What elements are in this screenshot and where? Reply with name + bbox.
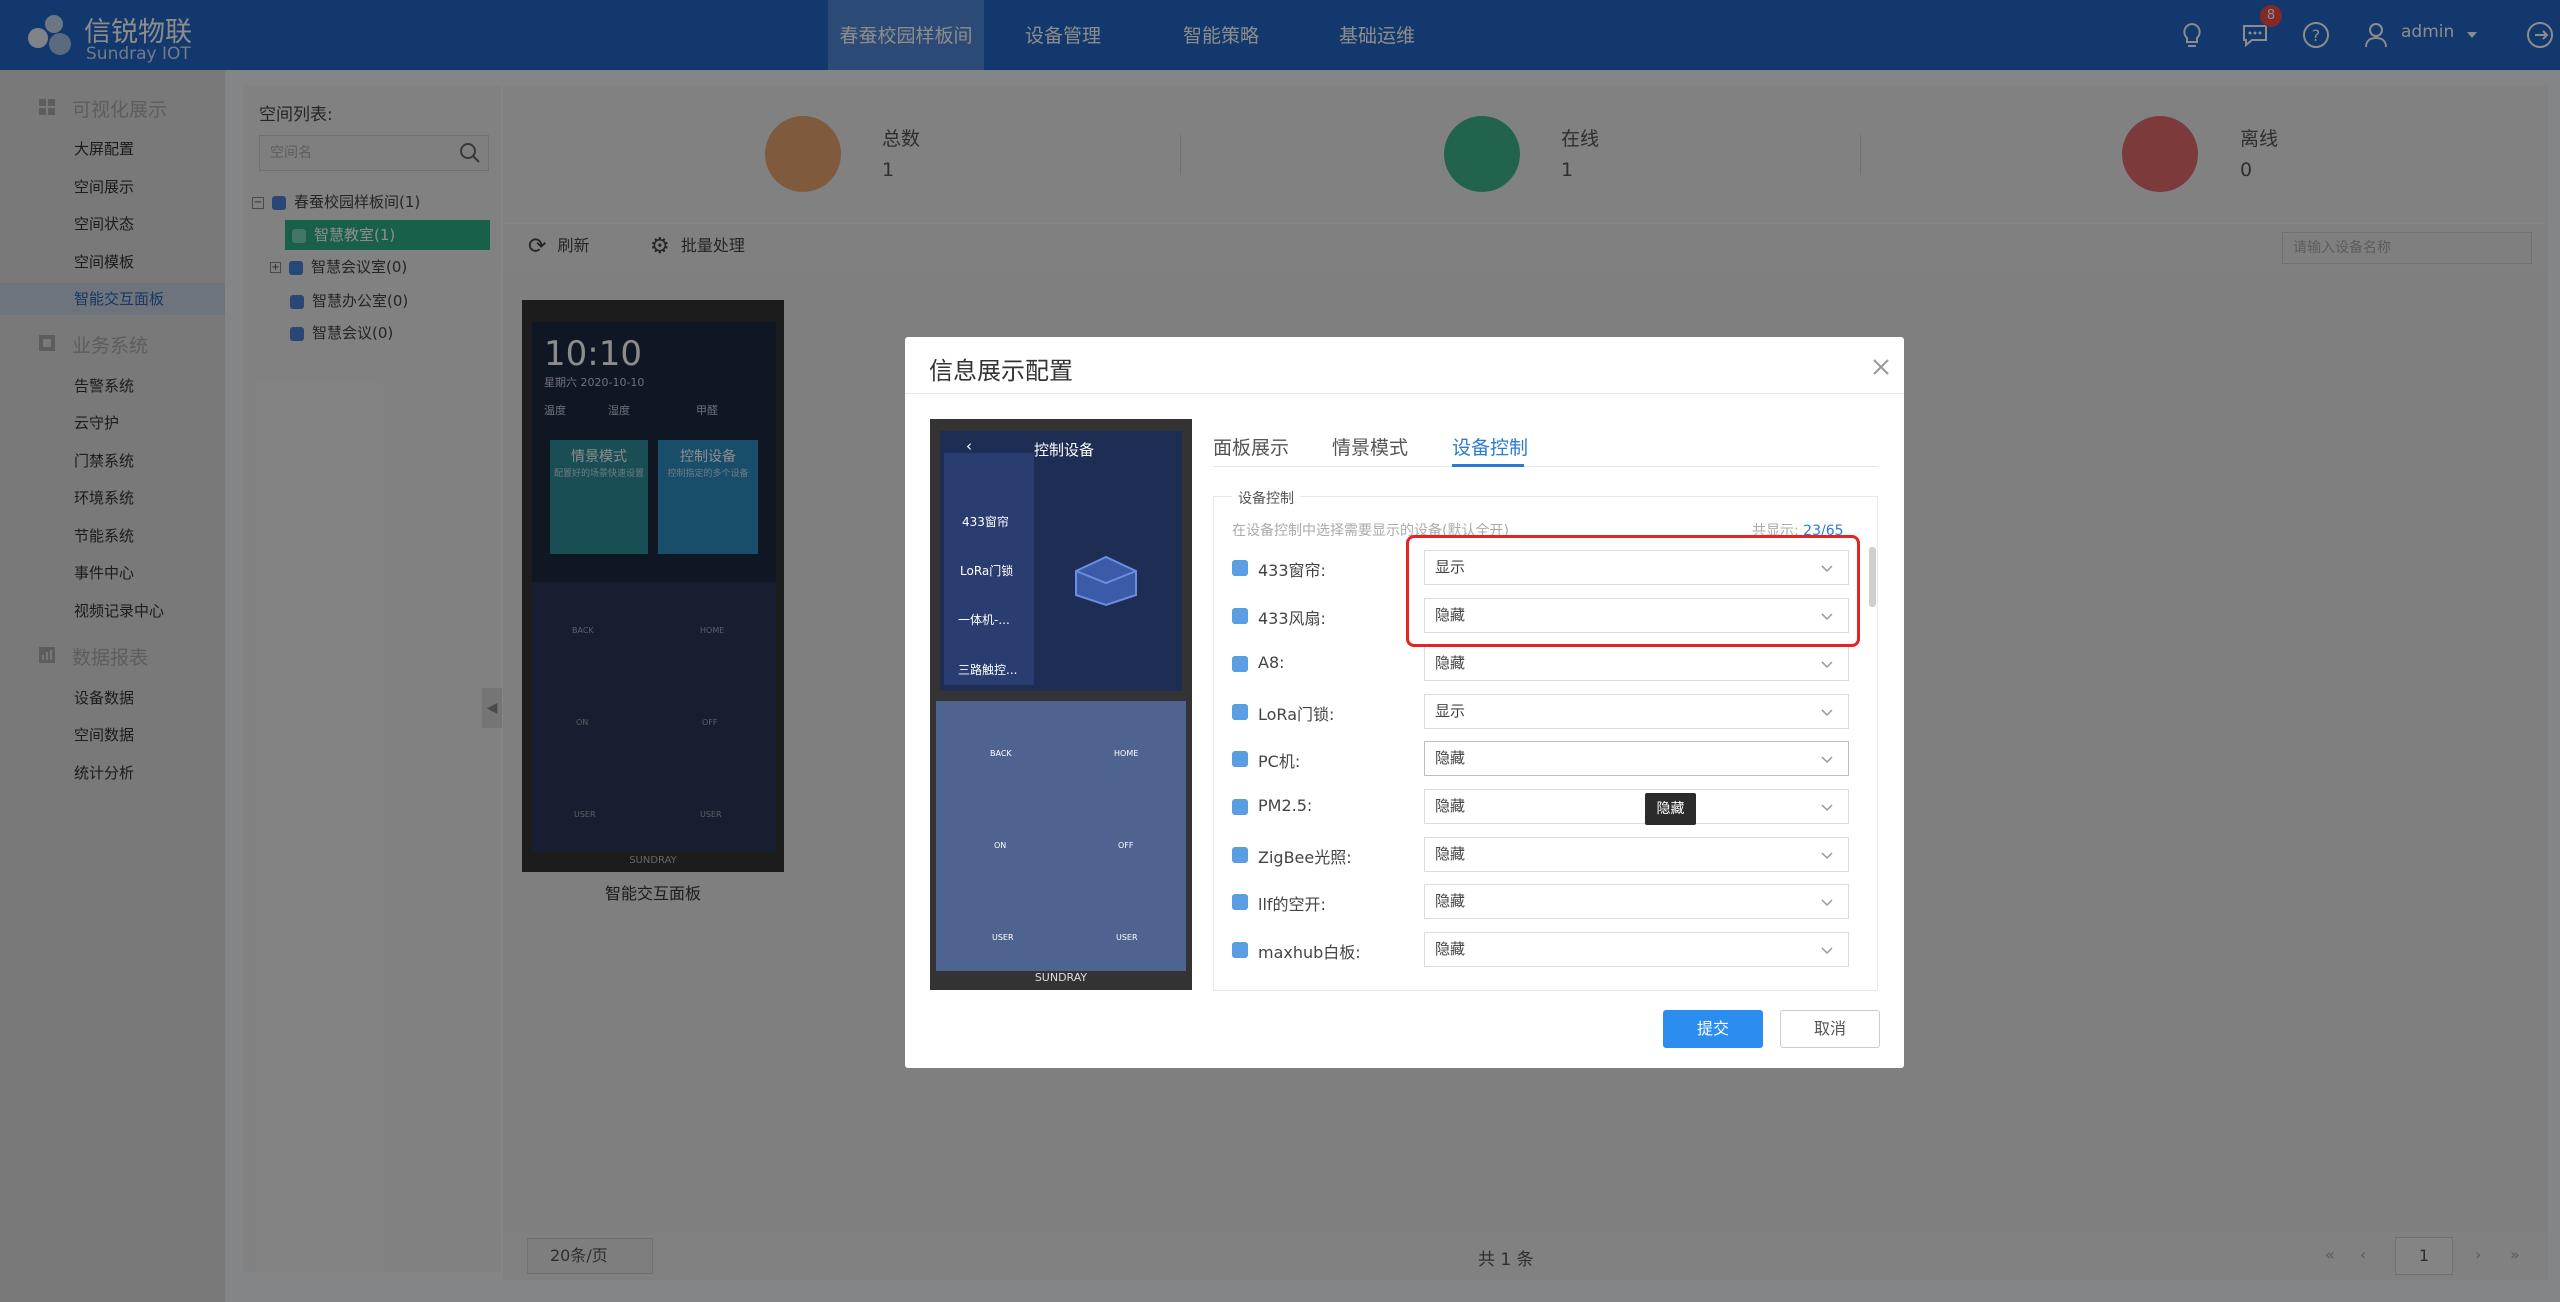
device-icon — [1232, 799, 1248, 815]
row-select[interactable]: 隐藏 — [1424, 741, 1849, 776]
chevron-down-icon — [1821, 852, 1833, 860]
device-icon — [1232, 704, 1248, 720]
hover-tooltip: 隐藏 — [1645, 793, 1696, 825]
row-select[interactable]: 隐藏 — [1424, 932, 1849, 967]
preview-item: 一体机-... — [958, 613, 1010, 627]
device-icon — [1232, 942, 1248, 958]
row-label: PM2.5: — [1258, 796, 1313, 815]
highlight-annotation — [1406, 535, 1860, 647]
row-select[interactable]: 隐藏 — [1424, 837, 1849, 872]
active-tab-underline — [1452, 464, 1524, 467]
row-select[interactable]: 隐藏 — [1424, 884, 1849, 919]
chevron-down-icon — [1821, 709, 1833, 717]
row-label: A8: — [1258, 653, 1285, 672]
device-icon — [1232, 894, 1248, 910]
row-label: 433窗帘: — [1258, 561, 1326, 580]
tab-device-control[interactable]: 设备控制 — [1452, 433, 1528, 460]
device-icon — [1232, 847, 1248, 863]
chevron-down-icon — [1821, 947, 1833, 955]
back-icon: ‹ — [966, 437, 972, 455]
dialog-divider — [905, 393, 1904, 394]
preview-keypad: BACK HOME ON OFF USER USER — [936, 701, 1186, 971]
row-select[interactable]: 显示 — [1424, 694, 1849, 729]
row-label: ZigBee光照: — [1258, 848, 1352, 867]
close-icon[interactable] — [1869, 355, 1893, 379]
chevron-down-icon — [1821, 804, 1833, 812]
preview-title: 控制设备 — [1034, 441, 1095, 459]
preview-item: 433窗帘 — [962, 515, 1009, 529]
row-label: PC机: — [1258, 752, 1301, 771]
device-icon — [1232, 656, 1248, 672]
tab-scene-mode[interactable]: 情景模式 — [1332, 433, 1408, 460]
row-label: maxhub白板: — [1258, 943, 1361, 962]
preview-item: LoRa门锁 — [960, 564, 1014, 578]
fieldset-legend: 设备控制 — [1232, 488, 1300, 508]
row-label: llf的空开: — [1258, 895, 1326, 914]
submit-button[interactable]: 提交 — [1663, 1010, 1763, 1048]
tab-panel-display[interactable]: 面板展示 — [1213, 433, 1289, 460]
list-scrollbar[interactable] — [1869, 547, 1876, 607]
tab-baseline — [1213, 466, 1878, 467]
chevron-down-icon — [1821, 756, 1833, 764]
row-label: LoRa门锁: — [1258, 705, 1335, 724]
device-icon — [1232, 608, 1248, 624]
device-icon — [1232, 560, 1248, 576]
row-label: 433风扇: — [1258, 609, 1326, 628]
preview-screen: ‹ 控制设备 433窗帘 LoRa门锁 一体机-... 三路触控... — [940, 431, 1182, 691]
cancel-button[interactable]: 取消 — [1780, 1010, 1880, 1048]
preview-item: 三路触控... — [958, 663, 1018, 677]
dialog-title: 信息展示配置 — [929, 357, 1073, 385]
device-box-icon — [1075, 555, 1137, 607]
row-select[interactable]: 隐藏 — [1424, 646, 1849, 681]
chevron-down-icon — [1821, 899, 1833, 907]
chevron-down-icon — [1821, 661, 1833, 669]
preview-brand: SUNDRAY — [1034, 971, 1088, 984]
row-select[interactable]: 隐藏 — [1424, 789, 1849, 824]
panel-preview: ‹ 控制设备 433窗帘 LoRa门锁 一体机-... 三路触控... BACK… — [930, 419, 1192, 990]
device-icon — [1232, 751, 1248, 767]
